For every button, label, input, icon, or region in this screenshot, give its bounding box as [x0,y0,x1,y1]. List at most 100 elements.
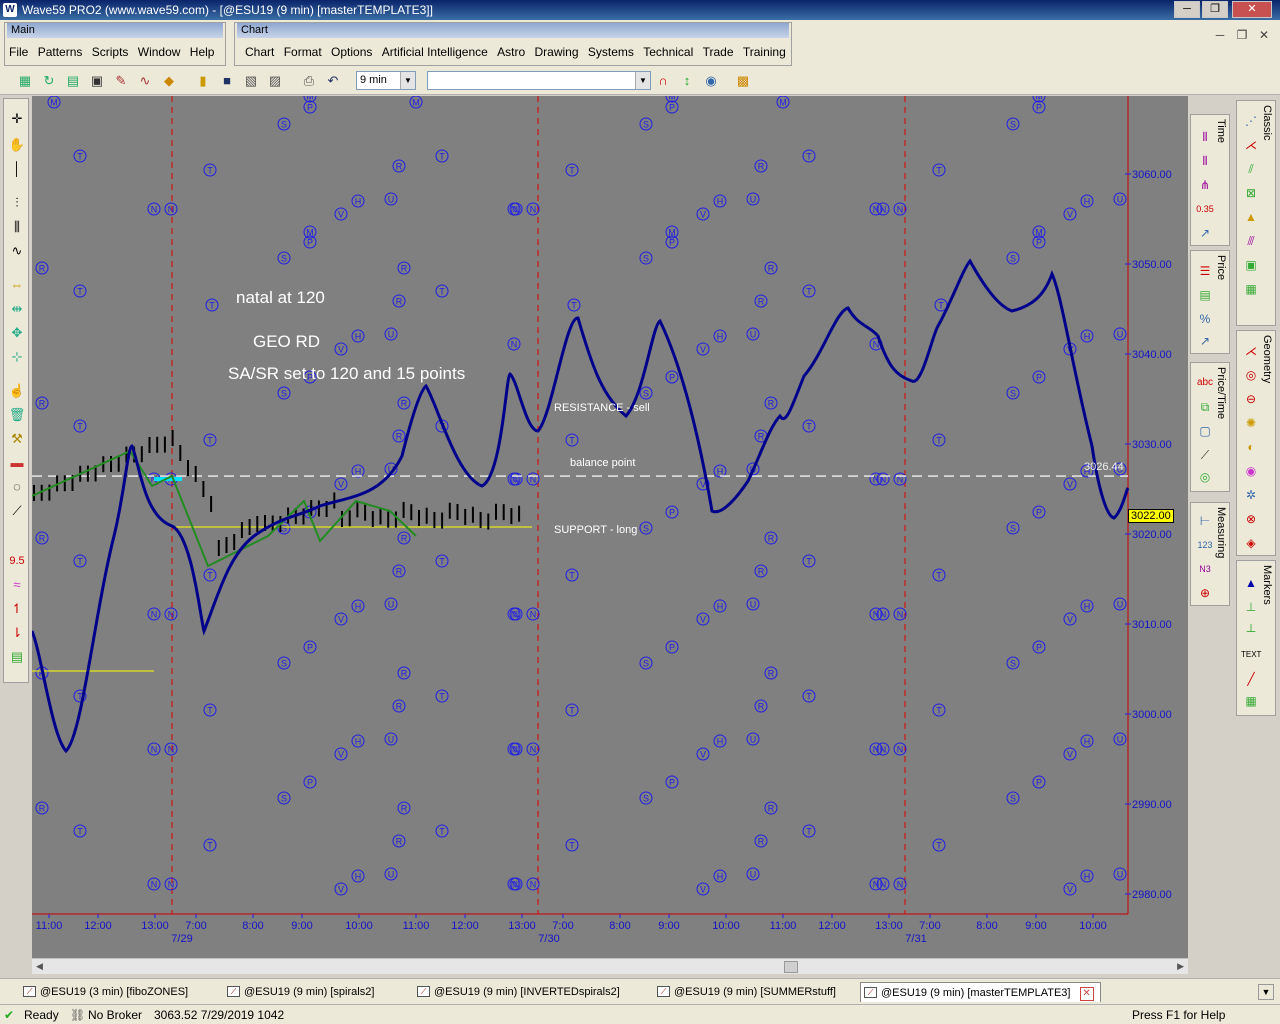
geo-wheel-icon[interactable]: ✲ [1241,485,1261,505]
mdi-restore-button[interactable]: ❐ [1232,28,1252,44]
menu-file[interactable]: File [9,45,28,59]
time-ratio-icon[interactable]: 0.35 [1195,199,1215,219]
template-save-icon[interactable]: ▨ [266,72,284,90]
symbol-dropdown-icon[interactable]: ▼ [635,72,650,89]
parallel-lines-icon[interactable]: ⫻ [1241,231,1261,251]
menu-drawing[interactable]: Drawing [535,45,579,59]
menu-trade[interactable]: Trade [703,45,734,59]
square-grid-icon[interactable]: ▣ [1241,255,1261,275]
menu-astro[interactable]: Astro [497,45,525,59]
screenshot-icon[interactable]: ▩ [734,72,752,90]
menu-training[interactable]: Training [743,45,786,59]
time-projection-icon[interactable]: ↗ [1195,223,1215,243]
time-cycles-icon[interactable]: ⫴ [1195,151,1215,171]
tab-invertedspirals2[interactable]: ⟋ @ESU19 (9 min) [INVERTEDspirals2] [414,982,626,1002]
marker-arrow-up-icon[interactable]: ▲ [1241,573,1261,593]
gann-fan-icon[interactable]: ⫽ [1241,159,1261,179]
mdi-close-button[interactable]: ✕ [1254,28,1274,44]
tabs-dropdown-icon[interactable]: ▼ [1258,984,1274,1000]
pt-chart-icon[interactable]: ⧉ [1195,397,1215,417]
wave59-logo-icon[interactable]: W [3,3,17,17]
price-projection-icon[interactable]: ↗ [1195,331,1215,351]
save-icon[interactable]: ■ [218,72,236,90]
tab-spirals2[interactable]: ⟋ @ESU19 (9 min) [spirals2] [224,982,380,1002]
menu-artificial-intelligence[interactable]: Artificial Intelligence [382,45,488,59]
scroll-thumb[interactable] [784,961,798,973]
screen-icon[interactable]: ▣ [88,72,106,90]
menu-help[interactable]: Help [190,45,215,59]
vertical-line-icon[interactable]: │ [7,159,27,179]
close-button[interactable]: ✕ [1232,1,1272,18]
candle-chart-icon[interactable]: ⫼ [7,217,27,237]
zoom-horizontal-icon[interactable]: ⇔ [7,275,27,295]
measure-3-icon[interactable]: N3 [1195,559,1215,579]
time-lines-icon[interactable]: ⦀ [1195,127,1215,147]
line-chart-icon[interactable]: ∿ [7,241,27,261]
pt-line-icon[interactable]: ⟋ [1195,445,1215,465]
menu-scripts[interactable]: Scripts [92,45,129,59]
marker-box-icon[interactable]: ▦ [1241,691,1261,711]
wave-icon[interactable]: ≈ [7,575,27,595]
marker-two-icon[interactable]: ┴ [1241,621,1261,641]
crosshair-target-icon[interactable]: ⊕ [1195,583,1215,603]
measure-1-icon[interactable]: ⊢ [1195,511,1215,531]
geo-circle-icon[interactable]: ◎ [1241,365,1261,385]
compress-icon[interactable]: ⇹ [7,299,27,319]
menu-options[interactable]: Options [331,45,372,59]
pt-spiral-icon[interactable]: ◎ [1195,467,1215,487]
tab-mastertemplate3[interactable]: ⟋ @ESU19 (9 min) [masterTEMPLATE3] ✕ [860,982,1101,1002]
hand-pan-icon[interactable]: ✋ [7,135,27,155]
marker-one-icon[interactable]: ⊥ [1241,597,1261,617]
minimize-button[interactable]: ─ [1174,1,1200,18]
menu-systems[interactable]: Systems [588,45,634,59]
trash-icon[interactable]: 🗑 [7,405,27,425]
chart-settings-icon[interactable]: ✎ [112,72,130,90]
menu-format[interactable]: Format [284,45,322,59]
price-zones-icon[interactable]: ▤ [1195,285,1215,305]
geo-star-icon[interactable]: ✺ [1241,413,1261,433]
mdi-minimize-button[interactable]: ─ [1210,28,1230,44]
geo-pink-circle-icon[interactable]: ◉ [1241,461,1261,481]
print-icon[interactable]: ⎙ [300,72,318,90]
interval-select[interactable]: 9 min ▼ [356,71,416,90]
symbol-select[interactable]: ▼ [427,71,651,90]
template-icon[interactable]: ▧ [242,72,260,90]
refresh-icon[interactable]: ↻ [40,72,58,90]
geo-ellipse-icon[interactable]: ⊖ [1241,389,1261,409]
crosshair-icon[interactable]: ✛ [7,109,27,129]
grid-icon[interactable]: ▦ [1241,279,1261,299]
alert-icon[interactable]: ◆ [160,72,178,90]
geo-spiral-icon[interactable]: ◐ [1241,437,1261,457]
center-icon[interactable]: ⊹ [7,347,27,367]
eye-icon[interactable]: ◉ [702,72,720,90]
price-levels-icon[interactable]: ☰ [1195,261,1215,281]
fan-lines-icon[interactable]: ⋌ [1241,135,1261,155]
andrews-icon[interactable]: ⋰ [1241,111,1261,131]
triangle-icon[interactable]: ▲ [1241,207,1261,227]
measure-2-icon[interactable]: 123 [1195,535,1215,555]
price-chart[interactable]: 3060.00 3050.00 3040.00 3030.00 3020.00 3010.… [32,96,1188,958]
scroll-left-icon[interactable]: ◀ [36,961,43,972]
wave-count-2-icon[interactable]: ⇂ [7,623,27,643]
gann-box-icon[interactable]: ⊠ [1241,183,1261,203]
car-icon[interactable]: ▬ [7,453,27,473]
expand-icon[interactable]: ✥ [7,323,27,343]
up-down-arrow-icon[interactable]: ↕ [678,72,696,90]
text-tool-icon[interactable]: abc [1195,373,1215,393]
geo-fan-icon[interactable]: ⋌ [1241,341,1261,361]
geo-diamond-icon[interactable]: ◈ [1241,533,1261,553]
add-chart-icon[interactable]: ▤ [64,72,82,90]
lasso-icon[interactable]: ◌ [7,477,27,497]
marker-line-icon[interactable]: ╱ [1241,669,1261,689]
scroll-right-icon[interactable]: ▶ [1177,961,1184,972]
magnet-icon[interactable]: ∩ [654,72,672,90]
menu-patterns[interactable]: Patterns [38,45,83,59]
tab-summerstuff[interactable]: ⟋ @ESU19 (9 min) [SUMMERstuff] [654,982,842,1002]
wave-count-1-icon[interactable]: ↿ [7,599,27,619]
menu-window[interactable]: Window [138,45,181,59]
horizontal-scrollbar[interactable]: ◀ ▶ [32,958,1188,974]
tab-fibozones[interactable]: ⟋ @ESU19 (3 min) [fiboZONES] [20,982,194,1002]
marker-text-icon[interactable]: TEXT [1241,645,1261,665]
undo-icon[interactable]: ↶ [324,72,342,90]
bar-chart-icon[interactable]: ⫶ [7,193,27,213]
